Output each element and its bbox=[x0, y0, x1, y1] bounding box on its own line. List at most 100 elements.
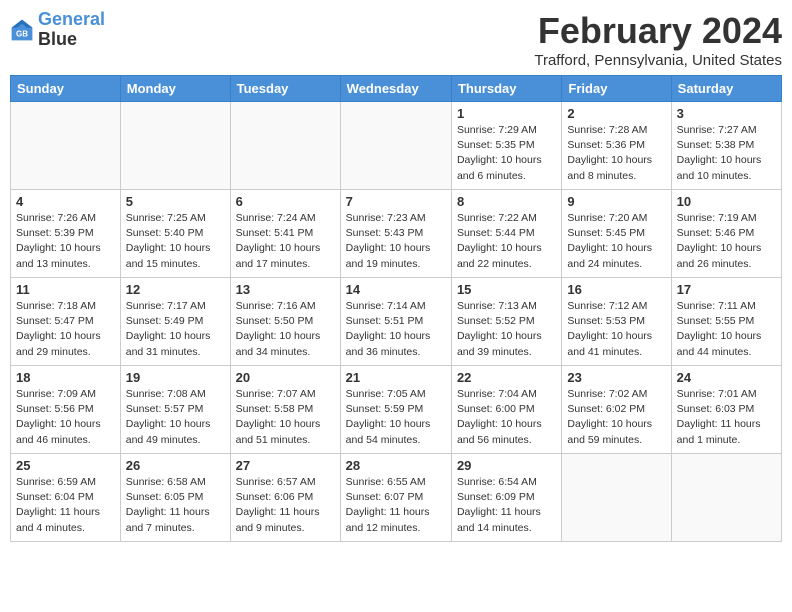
day-info: Sunrise: 7:08 AM Sunset: 5:57 PM Dayligh… bbox=[126, 387, 225, 448]
day-number: 16 bbox=[567, 282, 665, 297]
calendar-cell: 5 Sunrise: 7:25 AM Sunset: 5:40 PM Daylig… bbox=[120, 190, 230, 278]
day-info: Sunrise: 7:09 AM Sunset: 5:56 PM Dayligh… bbox=[16, 387, 115, 448]
calendar-cell: 8 Sunrise: 7:22 AM Sunset: 5:44 PM Daylig… bbox=[451, 190, 561, 278]
day-info: Sunrise: 7:23 AM Sunset: 5:43 PM Dayligh… bbox=[346, 211, 446, 272]
calendar-header-tuesday: Tuesday bbox=[230, 76, 340, 102]
calendar-cell bbox=[340, 102, 451, 190]
day-number: 25 bbox=[16, 458, 115, 473]
day-info: Sunrise: 7:07 AM Sunset: 5:58 PM Dayligh… bbox=[236, 387, 335, 448]
day-info: Sunrise: 7:28 AM Sunset: 5:36 PM Dayligh… bbox=[567, 123, 665, 184]
day-info: Sunrise: 7:19 AM Sunset: 5:46 PM Dayligh… bbox=[677, 211, 776, 272]
calendar-week-row: 25 Sunrise: 6:59 AM Sunset: 6:04 PM Dayli… bbox=[11, 454, 782, 542]
calendar-cell: 26 Sunrise: 6:58 AM Sunset: 6:05 PM Dayli… bbox=[120, 454, 230, 542]
calendar-week-row: 11 Sunrise: 7:18 AM Sunset: 5:47 PM Dayli… bbox=[11, 278, 782, 366]
day-info: Sunrise: 7:24 AM Sunset: 5:41 PM Dayligh… bbox=[236, 211, 335, 272]
calendar-header-sunday: Sunday bbox=[11, 76, 121, 102]
title-block: February 2024 Trafford, Pennsylvania, Un… bbox=[534, 10, 782, 69]
day-number: 21 bbox=[346, 370, 446, 385]
day-info: Sunrise: 7:04 AM Sunset: 6:00 PM Dayligh… bbox=[457, 387, 556, 448]
day-number: 20 bbox=[236, 370, 335, 385]
day-number: 6 bbox=[236, 194, 335, 209]
calendar-cell: 1Sunrise: 7:29 AM Sunset: 5:35 PM Daylig… bbox=[451, 102, 561, 190]
day-info: Sunrise: 7:01 AM Sunset: 6:03 PM Dayligh… bbox=[677, 387, 776, 448]
month-title: February 2024 bbox=[534, 10, 782, 52]
calendar-cell: 7 Sunrise: 7:23 AM Sunset: 5:43 PM Daylig… bbox=[340, 190, 451, 278]
day-number: 27 bbox=[236, 458, 335, 473]
calendar-header-saturday: Saturday bbox=[671, 76, 781, 102]
day-number: 19 bbox=[126, 370, 225, 385]
calendar-header-thursday: Thursday bbox=[451, 76, 561, 102]
calendar-cell bbox=[671, 454, 781, 542]
day-info: Sunrise: 6:54 AM Sunset: 6:09 PM Dayligh… bbox=[457, 475, 556, 536]
day-number: 28 bbox=[346, 458, 446, 473]
calendar-cell: 15Sunrise: 7:13 AM Sunset: 5:52 PM Dayli… bbox=[451, 278, 561, 366]
day-number: 3 bbox=[677, 106, 776, 121]
calendar-header-monday: Monday bbox=[120, 76, 230, 102]
day-info: Sunrise: 6:57 AM Sunset: 6:06 PM Dayligh… bbox=[236, 475, 335, 536]
calendar-cell: 3 Sunrise: 7:27 AM Sunset: 5:38 PM Daylig… bbox=[671, 102, 781, 190]
day-info: Sunrise: 7:26 AM Sunset: 5:39 PM Dayligh… bbox=[16, 211, 115, 272]
calendar-week-row: 1Sunrise: 7:29 AM Sunset: 5:35 PM Daylig… bbox=[11, 102, 782, 190]
day-number: 11 bbox=[16, 282, 115, 297]
calendar-cell: 16 Sunrise: 7:12 AM Sunset: 5:53 PM Dayli… bbox=[562, 278, 671, 366]
day-info: Sunrise: 7:14 AM Sunset: 5:51 PM Dayligh… bbox=[346, 299, 446, 360]
calendar-cell: 29 Sunrise: 6:54 AM Sunset: 6:09 PM Dayli… bbox=[451, 454, 561, 542]
day-number: 17 bbox=[677, 282, 776, 297]
day-number: 12 bbox=[126, 282, 225, 297]
calendar-cell: 20 Sunrise: 7:07 AM Sunset: 5:58 PM Dayli… bbox=[230, 366, 340, 454]
calendar-cell: 28Sunrise: 6:55 AM Sunset: 6:07 PM Dayli… bbox=[340, 454, 451, 542]
svg-text:GB: GB bbox=[16, 29, 28, 38]
day-number: 7 bbox=[346, 194, 446, 209]
day-info: Sunrise: 7:22 AM Sunset: 5:44 PM Dayligh… bbox=[457, 211, 556, 272]
calendar-cell: 23 Sunrise: 7:02 AM Sunset: 6:02 PM Dayli… bbox=[562, 366, 671, 454]
calendar: SundayMondayTuesdayWednesdayThursdayFrid… bbox=[10, 75, 782, 542]
day-number: 18 bbox=[16, 370, 115, 385]
calendar-cell: 14 Sunrise: 7:14 AM Sunset: 5:51 PM Dayli… bbox=[340, 278, 451, 366]
day-number: 26 bbox=[126, 458, 225, 473]
day-info: Sunrise: 6:58 AM Sunset: 6:05 PM Dayligh… bbox=[126, 475, 225, 536]
day-number: 29 bbox=[457, 458, 556, 473]
calendar-cell: 21Sunrise: 7:05 AM Sunset: 5:59 PM Dayli… bbox=[340, 366, 451, 454]
day-info: Sunrise: 7:18 AM Sunset: 5:47 PM Dayligh… bbox=[16, 299, 115, 360]
calendar-cell: 19 Sunrise: 7:08 AM Sunset: 5:57 PM Dayli… bbox=[120, 366, 230, 454]
calendar-cell: 18 Sunrise: 7:09 AM Sunset: 5:56 PM Dayli… bbox=[11, 366, 121, 454]
calendar-cell bbox=[562, 454, 671, 542]
day-number: 23 bbox=[567, 370, 665, 385]
day-info: Sunrise: 7:13 AM Sunset: 5:52 PM Dayligh… bbox=[457, 299, 556, 360]
calendar-cell: 11 Sunrise: 7:18 AM Sunset: 5:47 PM Dayli… bbox=[11, 278, 121, 366]
calendar-cell: 10Sunrise: 7:19 AM Sunset: 5:46 PM Dayli… bbox=[671, 190, 781, 278]
page-header: GB General Blue February 2024 Trafford, … bbox=[10, 10, 782, 69]
calendar-header-wednesday: Wednesday bbox=[340, 76, 451, 102]
calendar-cell: 12Sunrise: 7:17 AM Sunset: 5:49 PM Dayli… bbox=[120, 278, 230, 366]
day-info: Sunrise: 7:20 AM Sunset: 5:45 PM Dayligh… bbox=[567, 211, 665, 272]
day-info: Sunrise: 7:12 AM Sunset: 5:53 PM Dayligh… bbox=[567, 299, 665, 360]
day-number: 5 bbox=[126, 194, 225, 209]
calendar-cell: 13 Sunrise: 7:16 AM Sunset: 5:50 PM Dayli… bbox=[230, 278, 340, 366]
day-info: Sunrise: 7:27 AM Sunset: 5:38 PM Dayligh… bbox=[677, 123, 776, 184]
calendar-cell: 4 Sunrise: 7:26 AM Sunset: 5:39 PM Daylig… bbox=[11, 190, 121, 278]
calendar-cell: 25 Sunrise: 6:59 AM Sunset: 6:04 PM Dayli… bbox=[11, 454, 121, 542]
day-number: 13 bbox=[236, 282, 335, 297]
calendar-cell: 17Sunrise: 7:11 AM Sunset: 5:55 PM Dayli… bbox=[671, 278, 781, 366]
day-number: 1 bbox=[457, 106, 556, 121]
logo-icon: GB bbox=[10, 18, 34, 42]
calendar-cell: 6 Sunrise: 7:24 AM Sunset: 5:41 PM Daylig… bbox=[230, 190, 340, 278]
day-number: 4 bbox=[16, 194, 115, 209]
day-number: 8 bbox=[457, 194, 556, 209]
calendar-cell: 27 Sunrise: 6:57 AM Sunset: 6:06 PM Dayli… bbox=[230, 454, 340, 542]
day-number: 22 bbox=[457, 370, 556, 385]
calendar-cell: 2Sunrise: 7:28 AM Sunset: 5:36 PM Daylig… bbox=[562, 102, 671, 190]
day-number: 24 bbox=[677, 370, 776, 385]
calendar-header-row: SundayMondayTuesdayWednesdayThursdayFrid… bbox=[11, 76, 782, 102]
day-number: 9 bbox=[567, 194, 665, 209]
day-info: Sunrise: 6:59 AM Sunset: 6:04 PM Dayligh… bbox=[16, 475, 115, 536]
logo: GB General Blue bbox=[10, 10, 105, 50]
day-number: 14 bbox=[346, 282, 446, 297]
day-info: Sunrise: 7:02 AM Sunset: 6:02 PM Dayligh… bbox=[567, 387, 665, 448]
day-info: Sunrise: 7:25 AM Sunset: 5:40 PM Dayligh… bbox=[126, 211, 225, 272]
calendar-cell: 22 Sunrise: 7:04 AM Sunset: 6:00 PM Dayli… bbox=[451, 366, 561, 454]
calendar-cell: 24 Sunrise: 7:01 AM Sunset: 6:03 PM Dayli… bbox=[671, 366, 781, 454]
calendar-cell bbox=[11, 102, 121, 190]
calendar-week-row: 4 Sunrise: 7:26 AM Sunset: 5:39 PM Daylig… bbox=[11, 190, 782, 278]
day-info: Sunrise: 7:16 AM Sunset: 5:50 PM Dayligh… bbox=[236, 299, 335, 360]
